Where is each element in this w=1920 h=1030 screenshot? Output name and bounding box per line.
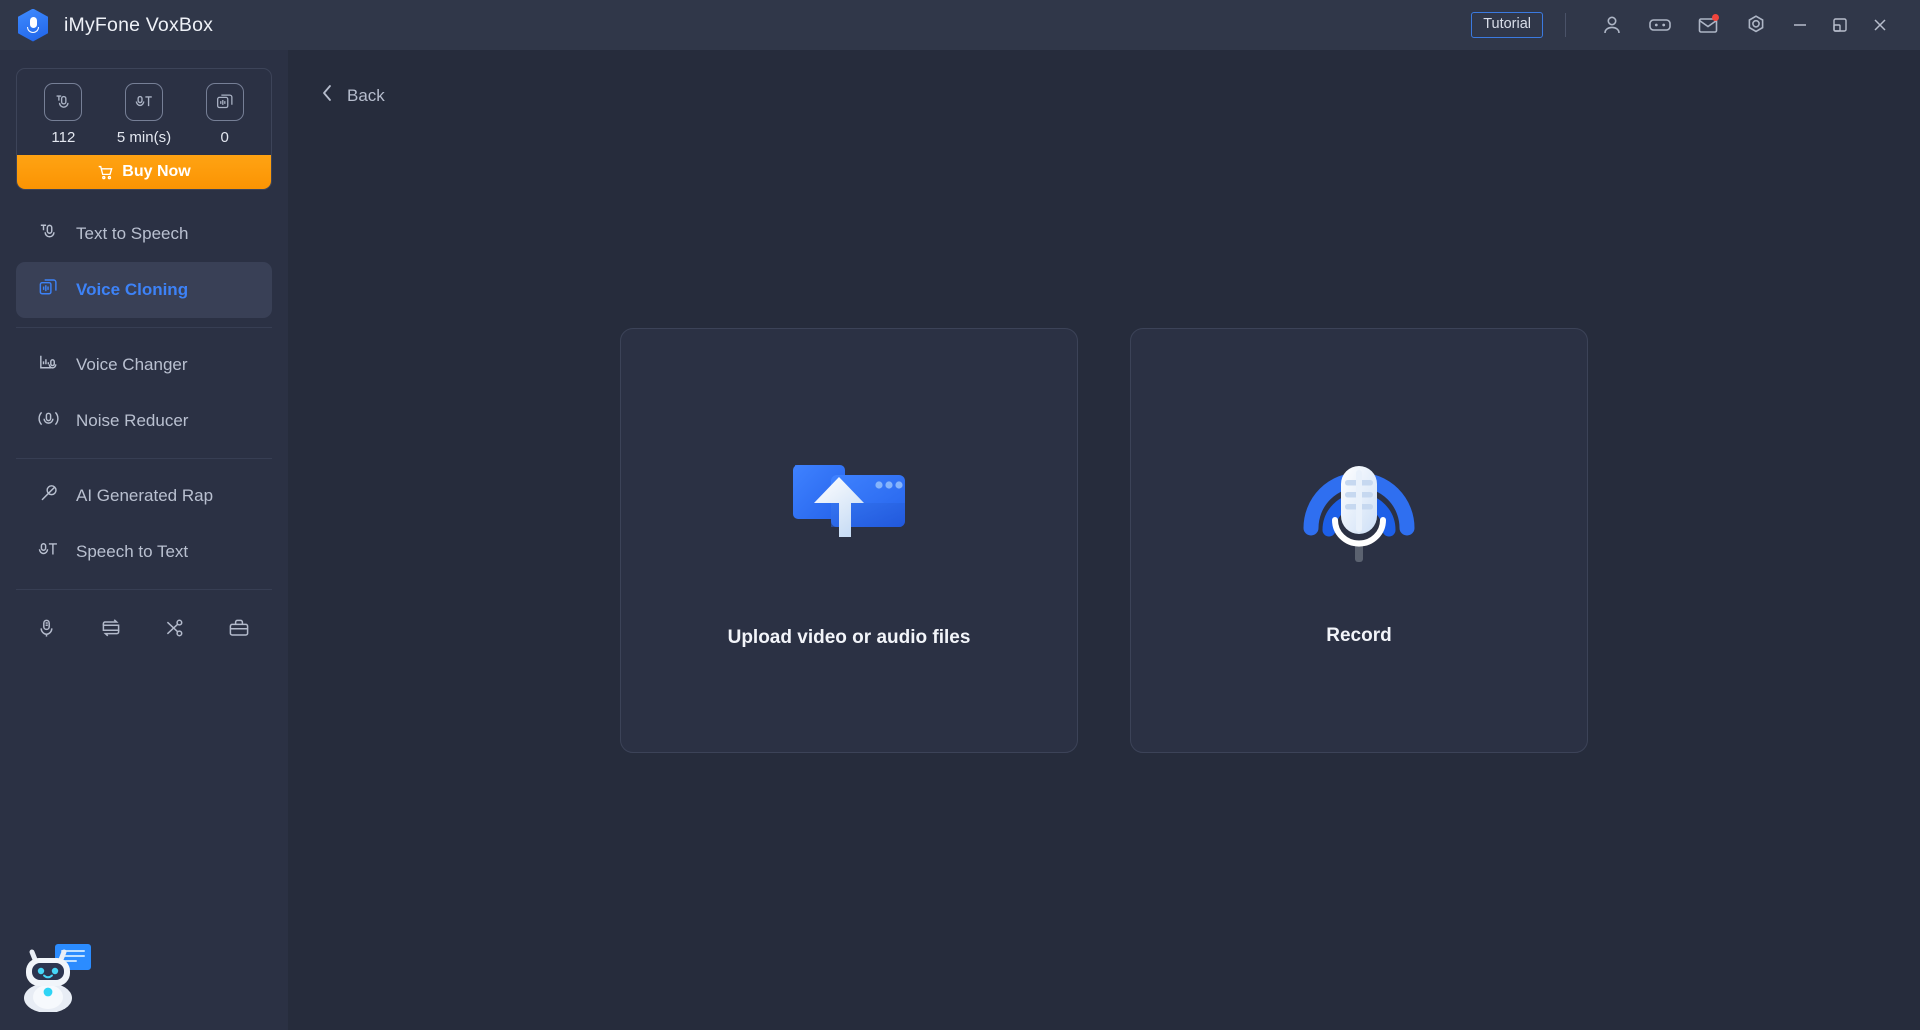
sidebar-item-speech-to-text[interactable]: Speech to Text [16,524,272,580]
chatbot-icon[interactable] [18,940,94,1013]
credit-voice-cloning[interactable]: 0 [184,83,265,146]
main-content: Back Upload video or audio files Record [288,50,1920,1030]
noise-reducer-icon [37,407,60,435]
sidebar-item-voice-cloning[interactable]: Voice Cloning [16,262,272,318]
cart-icon [98,165,113,179]
sidebar-item-label: AI Generated Rap [76,486,214,505]
sidebar-item-text-to-speech[interactable]: Text to Speech [16,206,272,262]
titlebar-divider [1565,13,1566,37]
credits-panel: 112 5 min(s) 0 Buy Now [16,68,272,190]
upload-card[interactable]: Upload video or audio files [620,328,1078,753]
sidebar-item-voice-changer[interactable]: Voice Changer [16,337,272,393]
voice-changer-icon [37,351,60,379]
text-to-speech-credit-icon [44,83,83,121]
settings-icon[interactable] [1739,8,1773,42]
record-card-label: Record [1326,624,1392,646]
sidebar-divider [16,327,272,328]
close-button[interactable] [1860,0,1900,50]
audio-converter-icon[interactable] [98,615,124,641]
record-card[interactable]: Record [1130,328,1588,753]
sidebar: 112 5 min(s) 0 Buy Now Text to Speech Vo… [0,50,288,1030]
voice-recorder-icon[interactable] [34,615,60,641]
chevron-left-icon [320,83,335,108]
titlebar-actions: Tutorial [1471,0,1920,50]
back-button[interactable]: Back [320,83,385,108]
voice-cloning-credit-icon [205,83,244,121]
toolbox-icon[interactable] [226,615,252,641]
upload-folder-icon [783,433,915,583]
credits-row: 112 5 min(s) 0 [17,69,271,155]
sidebar-item-label: Voice Cloning [76,280,189,299]
sidebar-tools [0,599,288,641]
credit-value: 0 [220,129,229,146]
app-title: iMyFone VoxBox [64,13,214,36]
text-to-speech-icon [37,220,60,248]
voice-cloning-icon [37,276,60,304]
credit-speech-to-text[interactable]: 5 min(s) [104,83,185,146]
sidebar-divider [16,458,272,459]
sidebar-item-ai-generated-rap[interactable]: AI Generated Rap [16,468,272,524]
buy-now-label: Buy Now [122,163,191,180]
credit-value: 5 min(s) [116,129,172,146]
speech-to-text-icon [37,538,60,566]
sidebar-nav: Text to Speech Voice Cloning Voice Chang… [0,206,288,641]
sidebar-item-label: Speech to Text [76,542,189,561]
credit-text-to-speech[interactable]: 112 [23,83,104,146]
buy-now-button[interactable]: Buy Now [17,155,271,189]
account-icon[interactable] [1595,8,1629,42]
upload-card-label: Upload video or audio files [727,626,971,648]
voxbox-mic-logo-icon [18,8,48,42]
mail-icon[interactable] [1691,8,1725,42]
maximize-button[interactable] [1820,0,1860,50]
title-bar: iMyFone VoxBox Tutorial [0,0,1920,50]
discord-icon[interactable] [1643,8,1677,42]
sidebar-item-label: Noise Reducer [76,411,189,430]
sidebar-item-label: Voice Changer [76,355,188,374]
back-label: Back [347,85,385,105]
audio-cutter-icon[interactable] [162,615,188,641]
microphone-record-icon [1293,435,1425,585]
credit-value: 112 [51,129,76,146]
speech-to-text-credit-icon [125,83,163,121]
sidebar-item-label: Text to Speech [76,224,189,243]
minimize-button[interactable] [1780,0,1820,50]
sidebar-divider [16,589,272,590]
sidebar-item-noise-reducer[interactable]: Noise Reducer [16,393,272,449]
mail-badge-dot [1712,14,1719,21]
ai-generated-rap-icon [37,482,60,510]
action-cards: Upload video or audio files Record [288,328,1920,753]
tutorial-button[interactable]: Tutorial [1471,11,1543,39]
